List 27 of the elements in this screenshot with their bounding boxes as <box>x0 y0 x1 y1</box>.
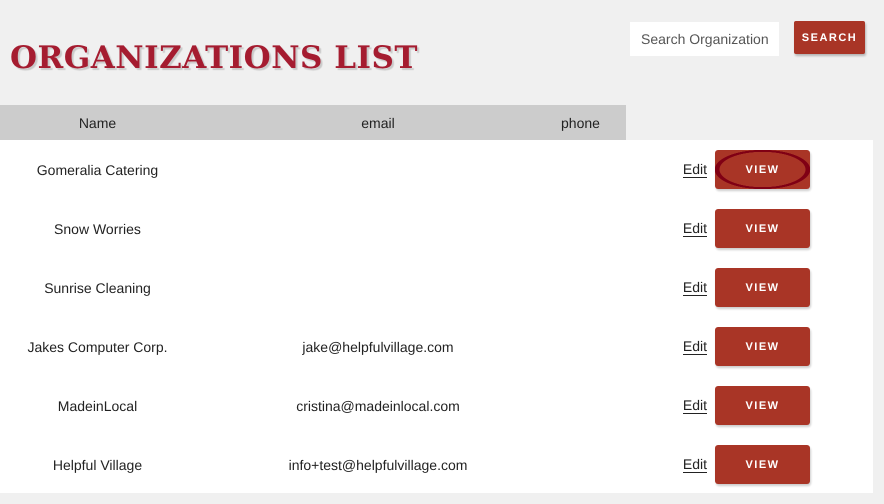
edit-link[interactable]: Edit <box>682 220 707 237</box>
view-button[interactable]: VIEW <box>715 268 810 307</box>
column-header: email <box>360 114 396 130</box>
column-header: phone <box>561 114 599 130</box>
name-cell: Sunrise Cleaning <box>44 280 151 296</box>
search-field[interactable]: Search Organization <box>630 22 779 56</box>
name-cell: MadeinLocal <box>58 398 138 414</box>
edit-link[interactable]: Edit <box>682 161 707 178</box>
email-cell: cristina@madeinlocal.com <box>296 398 460 414</box>
email-cell: info+test@helpfulvillage.com <box>288 456 468 472</box>
edit-link[interactable]: Edit <box>682 456 707 473</box>
edit-link[interactable]: Edit <box>682 279 707 296</box>
column-header: Name <box>78 114 118 130</box>
name-cell: Snow Worries <box>54 220 141 236</box>
edit-link[interactable]: Edit <box>682 338 707 355</box>
edit-link[interactable]: Edit <box>682 397 707 414</box>
view-button[interactable]: VIEW <box>715 445 810 484</box>
name-cell: Jakes Computer Corp. <box>27 338 168 354</box>
email-cell: jake@helpfulvillage.com <box>302 338 454 354</box>
view-button[interactable]: VIEW <box>715 327 810 366</box>
search-button[interactable]: SEARCH <box>794 21 865 54</box>
page-title: ORGANIZATIONS LIST <box>10 40 418 76</box>
view-button[interactable]: VIEW <box>715 150 810 189</box>
view-button[interactable]: VIEW <box>715 386 810 425</box>
name-cell: Gomeralia Catering <box>36 162 158 178</box>
view-button[interactable]: VIEW <box>715 209 810 248</box>
name-cell: Helpful Village <box>52 456 142 472</box>
